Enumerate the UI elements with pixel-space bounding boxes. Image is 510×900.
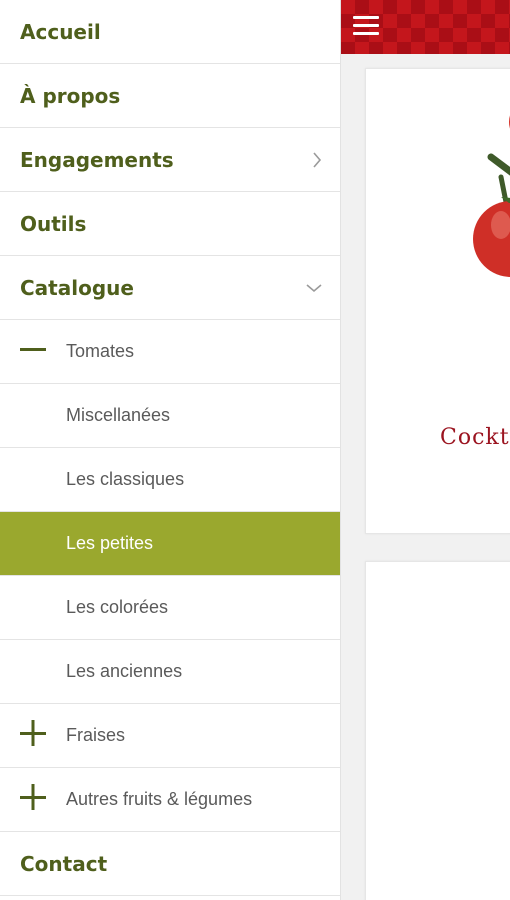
sidebar-item-label: À propos — [20, 83, 121, 108]
plus-icon[interactable] — [20, 719, 46, 752]
sidebar-item-label: Miscellanées — [66, 405, 171, 425]
sidebar-item-contact[interactable]: Contact — [0, 832, 340, 896]
sidebar-item-fraises[interactable]: Fraises — [0, 704, 340, 768]
sidebar-item-outils[interactable]: Outils — [0, 192, 340, 256]
sidebar-item-les-anciennes[interactable]: Les anciennes — [0, 640, 340, 704]
sidebar-item-catalogue[interactable]: Catalogue — [0, 256, 340, 320]
sidebar-item-label: Accueil — [20, 19, 101, 44]
sidebar-item-miscellanees[interactable]: Miscellanées — [0, 384, 340, 448]
tomato-image — [473, 115, 510, 277]
chevron-right-icon — [312, 151, 322, 168]
sidebar-item-label: Les classiques — [66, 469, 185, 489]
plus-icon[interactable] — [20, 783, 46, 816]
sidebar-item-les-colorees[interactable]: Les colorées — [0, 576, 340, 640]
sidebar-item-label: Contact — [20, 851, 108, 876]
minus-icon[interactable] — [20, 336, 46, 368]
sidebar-item-label: Les colorées — [66, 597, 169, 617]
sidebar-item-engagements[interactable]: Engagements — [0, 128, 340, 192]
sidebar-item-label: Les anciennes — [66, 661, 183, 681]
sidebar-item-label: Outils — [20, 211, 87, 236]
chevron-down-icon — [306, 283, 322, 293]
sidebar-item-label: Engagements — [20, 147, 174, 172]
sidebar-item-les-petites[interactable]: Les petites — [0, 512, 340, 576]
sidebar-item-autres-fruits-legumes[interactable]: Autres fruits & légumes — [0, 768, 340, 832]
hamburger-icon[interactable] — [353, 16, 379, 36]
sidebar-item-label: Les petites — [66, 533, 154, 553]
product-card[interactable]: Cockt — [365, 68, 510, 534]
sidebar-item-a-propos[interactable]: À propos — [0, 64, 340, 128]
sidebar-item-label: Catalogue — [20, 275, 134, 300]
sidebar-item-label: Fraises — [66, 725, 126, 745]
sidebar-item-label: Autres fruits & légumes — [66, 789, 253, 809]
sidebar-item-tomates[interactable]: Tomates — [0, 320, 340, 384]
sidebar-menu: Accueil À propos Engagements Outils Cata… — [0, 0, 341, 900]
product-card[interactable] — [365, 561, 510, 900]
sidebar-item-accueil[interactable]: Accueil — [0, 0, 340, 64]
main-content: Cockt — [341, 0, 510, 900]
product-title: Cockt — [440, 425, 510, 450]
sidebar-item-les-classiques[interactable]: Les classiques — [0, 448, 340, 512]
top-bar — [341, 0, 510, 54]
sidebar-item-label: Tomates — [66, 341, 135, 361]
